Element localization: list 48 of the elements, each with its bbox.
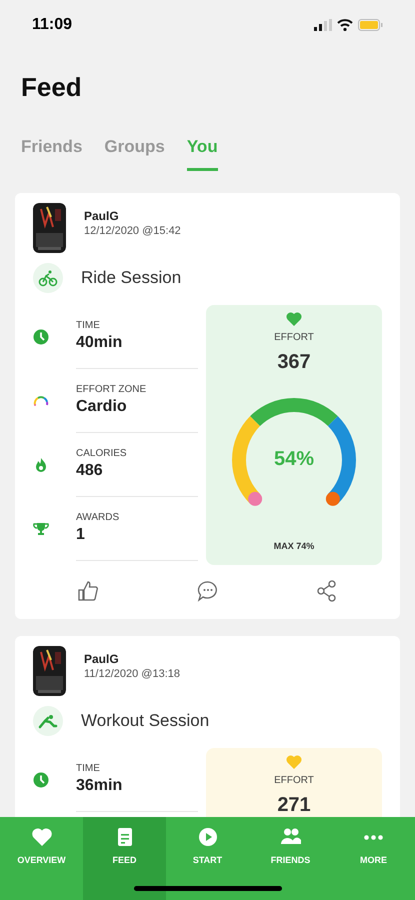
comment-icon[interactable] [196,580,218,602]
stat-value: 1 [76,525,86,545]
flame-icon [33,457,49,473]
battery-icon [358,19,383,31]
feed-tab[interactable]: Friends [21,134,82,170]
bicycle-icon [38,269,58,287]
activity-title: Workout Session [81,710,210,732]
tab-bar-item[interactable]: FEED [83,817,166,900]
stat-value: 486 [76,461,104,481]
more-icon [364,834,383,840]
stat-label: CALORIES [76,447,128,460]
stat-label: TIME [76,762,101,775]
tab-bar-item[interactable]: OVERVIEW [0,817,83,900]
session-date: 11/12/2020 @13:18 [84,667,180,681]
feed-tab[interactable]: You [186,134,218,170]
play-icon [196,826,218,848]
signal-icon [314,19,332,31]
effort-label: EFFORT [274,331,314,345]
trophy-icon [33,521,49,537]
gauge-percent: 54% [274,447,314,472]
status-time: 11:09 [32,15,72,35]
tab-bar-item[interactable]: START [166,817,249,900]
stat-label: TIME [76,319,101,332]
activity-title: Ride Session [81,267,182,290]
exercise-figure-icon [38,712,58,730]
thumbs-up-icon[interactable] [77,580,99,602]
rainbow-arc-icon [33,393,49,409]
feed-tab[interactable]: Groups [104,134,165,170]
heart-icon [30,826,52,848]
clock-icon [33,329,49,345]
clock-icon [33,772,49,788]
stat-value: Cardio [76,397,128,417]
session-date: 12/12/2020 @15:42 [84,224,181,238]
effort-value: 367 [277,350,311,375]
user-name: PaulG [84,652,120,667]
share-icon[interactable] [316,580,338,602]
page-title: Feed [21,71,82,104]
user-name: PaulG [84,209,120,224]
max-effort: MAX 74% [274,540,314,552]
tab-bar-item[interactable]: MORE [332,817,415,900]
stat-label: AWARDS [76,511,120,524]
wifi-icon [337,19,353,31]
tab-bar-item[interactable]: FRIENDS [249,817,332,900]
effort-label: EFFORT [274,774,314,788]
stat-value: 36min [76,776,124,796]
stat-label: EFFORT ZONE [76,383,148,396]
stat-value: 40min [76,333,124,353]
effort-value: 271 [277,793,311,818]
